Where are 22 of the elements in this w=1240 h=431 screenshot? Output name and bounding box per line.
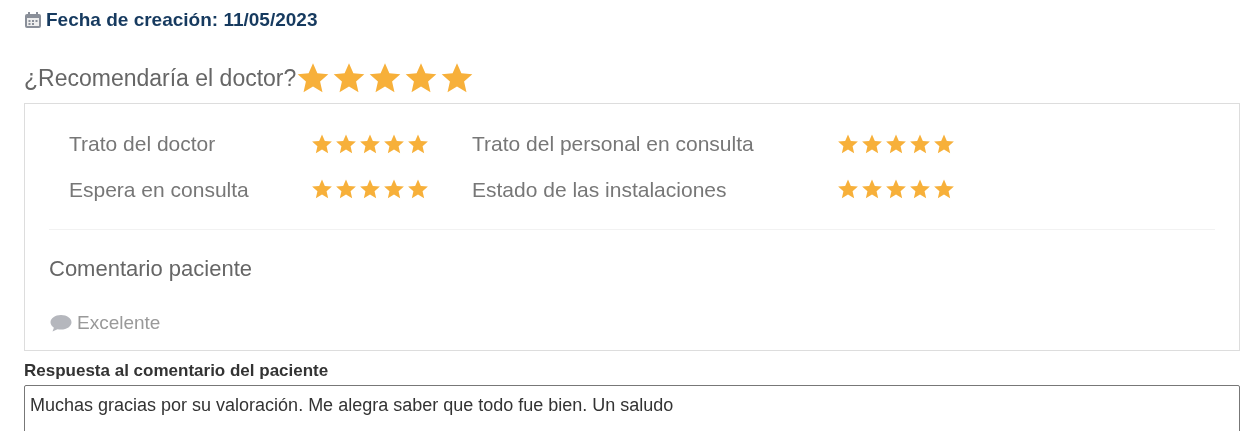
star-icon bbox=[837, 178, 859, 201]
rating-label: Trato del personal en consulta bbox=[472, 131, 755, 157]
star-icon bbox=[311, 178, 333, 201]
star-icon bbox=[407, 178, 429, 201]
speech-bubble-icon bbox=[49, 313, 73, 334]
creation-date: Fecha de creación: 11/05/2023 bbox=[46, 8, 318, 32]
comment-text: Excelente bbox=[77, 311, 161, 335]
comment-heading: Comentario paciente bbox=[49, 255, 253, 283]
rating-label: Estado de las instalaciones bbox=[472, 176, 728, 203]
star-icon bbox=[359, 178, 381, 201]
star-icon bbox=[933, 178, 955, 201]
star-icon bbox=[909, 178, 931, 201]
star-icon bbox=[335, 178, 357, 201]
reply-label: Respuesta al comentario del paciente bbox=[24, 359, 330, 382]
star-icon bbox=[383, 178, 405, 201]
calendar-icon bbox=[24, 11, 42, 30]
star-icon bbox=[861, 178, 883, 201]
rating-label: Trato del doctor bbox=[69, 131, 217, 157]
recommend-question: ¿Recomendaría el doctor? bbox=[24, 63, 297, 93]
rating-label: Espera en consulta bbox=[69, 176, 250, 203]
reply-field[interactable]: Muchas gracias por su valoración. Me alegra saber que todo fue bien. Un saludo bbox=[24, 385, 1240, 431]
star-icon bbox=[885, 178, 907, 201]
